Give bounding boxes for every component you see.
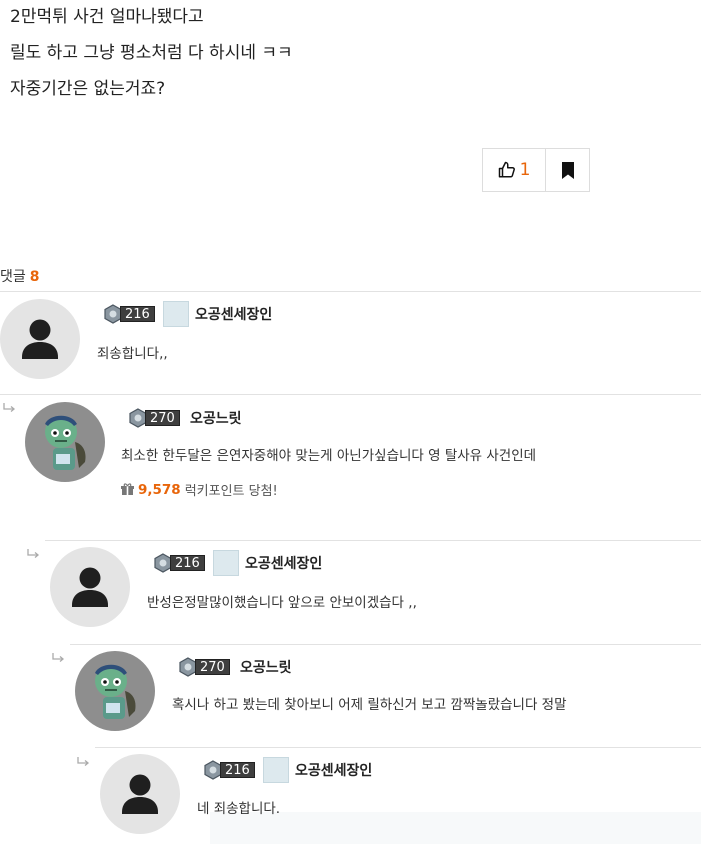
comment-text: 네 죄송합니다. (197, 801, 281, 817)
zombie-character-avatar[interactable] (25, 402, 105, 482)
level-number: 216 (220, 762, 255, 778)
lucky-point-label: 럭키포인트 당첨! (184, 484, 278, 499)
level-number: 270 (195, 659, 230, 675)
divider (0, 291, 701, 292)
level-number: 270 (145, 410, 180, 426)
level-badge: 216 (103, 304, 155, 324)
user-silhouette-icon (22, 319, 58, 359)
comment-background (210, 812, 701, 844)
gift-icon (121, 483, 134, 495)
reply-arrow-icon (3, 403, 16, 412)
zombie-character-avatar[interactable] (75, 651, 155, 731)
divider (0, 394, 701, 395)
level-number: 216 (170, 555, 205, 571)
zombie-character-icon (45, 415, 86, 470)
default-user-avatar[interactable] (50, 547, 130, 627)
zombie-character-icon (95, 664, 136, 719)
like-count: 1 (519, 160, 531, 180)
comment-label: 댓글 (0, 269, 26, 285)
level-number: 216 (120, 306, 155, 322)
like-button[interactable]: 1 (483, 149, 546, 191)
comment-count-header: 댓글 8 (0, 266, 40, 286)
comment-text: 죄송합니다,, (97, 346, 168, 362)
reply-arrow-icon (77, 757, 90, 766)
comment-text: 최소한 한두달은 은연자중해야 맞는게 아닌가싶습니다 영 탈사유 사건인데 (121, 448, 537, 464)
comment-nickname[interactable]: 오공센세장인 (195, 304, 272, 324)
user-badge-icon (263, 757, 289, 783)
level-badge: 216 (203, 760, 255, 780)
divider (45, 540, 701, 541)
user-silhouette-icon (122, 774, 158, 814)
lucky-point-value: 9,578 (138, 481, 181, 498)
post-line-1: 2만먹튀 사건 얼마나됐다고 (10, 7, 204, 27)
thumbs-up-icon (498, 161, 515, 178)
bookmark-icon (561, 161, 574, 179)
comment-count: 8 (29, 269, 40, 285)
user-badge-icon (213, 550, 239, 576)
lucky-point-line: 9,578 럭키포인트 당첨! (121, 480, 278, 499)
comment-nickname[interactable]: 오공느릿 (240, 657, 292, 677)
default-user-avatar[interactable] (0, 299, 80, 379)
post-line-3: 자중기간은 없는거죠? (10, 79, 166, 99)
level-badge: 270 (178, 657, 230, 677)
divider (95, 747, 701, 748)
bookmark-button[interactable] (546, 149, 589, 191)
default-user-avatar[interactable] (100, 754, 180, 834)
comment-text: 혹시나 하고 봤는데 찾아보니 어제 릴하신거 보고 깜짝놀랐습니다 정말 (172, 697, 567, 713)
user-silhouette-icon (72, 567, 108, 607)
level-badge: 270 (128, 408, 180, 428)
post-actions: 1 (482, 148, 590, 192)
user-badge-icon (163, 301, 189, 327)
comment-nickname[interactable]: 오공센세장인 (245, 553, 322, 573)
reply-arrow-icon (52, 653, 65, 662)
comment-text: 반성은정말많이했습니다 앞으로 안보이겠습다 ,, (147, 595, 417, 611)
divider (70, 644, 701, 645)
post-line-2: 릴도 하고 그냥 평소처럼 다 하시네 ㅋㅋ (10, 43, 293, 63)
reply-arrow-icon (27, 549, 40, 558)
comment-nickname[interactable]: 오공느릿 (190, 408, 242, 428)
comment-nickname[interactable]: 오공센세장인 (295, 760, 372, 780)
level-badge: 216 (153, 553, 205, 573)
